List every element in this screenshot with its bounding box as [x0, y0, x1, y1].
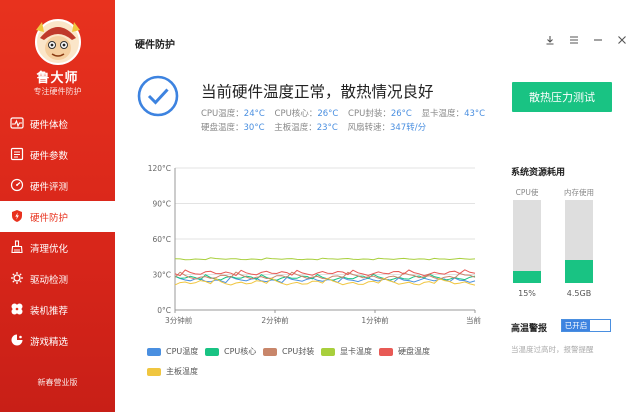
temp-alarm-title: 高温警报: [511, 324, 548, 334]
cpu-package-value: 26°C: [390, 109, 412, 119]
sidebar-item-hardware-params[interactable]: 硬件参数: [0, 139, 115, 170]
app-subtitle: 专注硬件防护: [33, 87, 82, 96]
legend-item-gpu-temp: 显卡温度: [321, 346, 372, 357]
sidebar-item-driver-check[interactable]: 驱动检测: [0, 263, 115, 294]
sidebar-nav: 硬件体检 硬件参数 硬件评测 硬件防护 清理优化 驱动检测 装机推荐 游戏精选: [0, 108, 115, 356]
list-icon: [10, 147, 24, 161]
app-logo: [34, 18, 82, 66]
legend-swatch: [205, 347, 219, 356]
fan-speed-value: 347转/分: [389, 123, 427, 133]
x-tick-label: 2分钟前: [261, 315, 289, 325]
sidebar-item-hardware-checkup[interactable]: 硬件体检: [0, 108, 115, 139]
legend-swatch: [147, 367, 161, 376]
cpu-usage-value: 15%: [518, 289, 536, 298]
sidebar-item-hardware-protection[interactable]: 硬件防护: [0, 201, 115, 232]
legend-label: CPU核心: [224, 347, 257, 356]
temp-alarm-toggle[interactable]: 已开启: [561, 319, 611, 332]
status-headline: 当前硬件温度正常，散热情况良好: [201, 83, 434, 101]
legend-item-cpu-core: CPU核心: [205, 346, 256, 357]
sidebar-item-hardware-benchmark[interactable]: 硬件评测: [0, 170, 115, 201]
memory-usage-fill: [565, 259, 593, 283]
y-tick-label: 30°C: [152, 271, 171, 280]
close-icon[interactable]: [616, 34, 628, 46]
window-controls: [544, 34, 628, 46]
legend-item-cpu-package: CPU封装: [263, 346, 314, 357]
legend-label: 主板温度: [166, 367, 198, 376]
sidebar: 鲁大师 专注硬件防护 硬件体检 硬件参数 硬件评测 硬件防护 清理优化 驱动检测: [0, 0, 115, 412]
sidebar-item-label: 游戏精选: [30, 336, 69, 348]
cpu-package-label: CPU封装：: [348, 109, 391, 119]
legend-item-cpu-temp: CPU温度: [147, 346, 198, 357]
x-tick-label: 3分钟前: [165, 315, 193, 325]
memory-usage-value: 4.5GB: [566, 289, 592, 298]
resources-title: 系统资源耗用: [511, 168, 566, 178]
memory-usage-bar: [565, 200, 593, 283]
cpu-core-value: 26°C: [317, 109, 339, 119]
shield-icon: [12, 210, 22, 222]
download-icon[interactable]: [544, 34, 556, 46]
sidebar-item-label: 硬件体检: [30, 119, 69, 131]
legend-item-board-temp: 主板温度: [147, 366, 198, 377]
cpu-temp-value: 24°C: [243, 109, 265, 119]
sidebar-item-label: 驱动检测: [30, 274, 69, 286]
cpu-usage-fill: [513, 270, 541, 283]
sidebar-item-cleanup[interactable]: 清理优化: [0, 232, 115, 263]
legend-swatch: [321, 347, 335, 356]
sidebar-item-label: 硬件防护: [30, 212, 69, 224]
broom-icon: [11, 240, 23, 254]
sidebar-item-label: 硬件参数: [30, 150, 69, 162]
legend-label: CPU封装: [282, 347, 315, 356]
gpu-temp-label: 显卡温度：: [421, 109, 465, 119]
sidebar-footer: 新春营业版: [37, 378, 78, 387]
series-line: [174, 257, 476, 261]
legend-swatch: [263, 347, 277, 356]
fan-speed-label: 风扇转速：: [347, 123, 390, 133]
y-tick-label: 90°C: [152, 200, 171, 209]
sidebar-item-game-picks[interactable]: 游戏精选: [0, 325, 115, 356]
gpu-temp-value: 43°C: [464, 109, 486, 119]
menu-icon[interactable]: [568, 34, 580, 46]
gauge-icon: [10, 178, 24, 192]
y-tick-label: 60°C: [152, 235, 171, 244]
disk-temp-label: 硬盘温度：: [201, 123, 244, 133]
main-panel: 硬件防护 当前硬件温度正常，散热情况良好 CPU温度：24°C CPU核心：26…: [115, 0, 640, 412]
sidebar-item-label: 硬件评测: [30, 181, 69, 193]
legend-swatch: [147, 347, 161, 356]
temp-alarm-description: 当温度过高时，报警提醒: [511, 345, 594, 354]
sidebar-item-build-recommend[interactable]: 装机推荐: [0, 294, 115, 325]
board-temp-value: 23°C: [316, 123, 338, 133]
memory-usage-label: 内存使用: [564, 188, 594, 197]
toggle-on-label: 已开启: [562, 320, 590, 331]
temperature-row-1: CPU温度：24°C CPU核心：26°C CPU封装：26°C 显卡温度：43…: [201, 107, 492, 119]
cpu-temp-label: CPU温度：: [201, 109, 244, 119]
app-name: 鲁大师: [36, 71, 79, 86]
sidebar-item-label: 清理优化: [30, 243, 69, 255]
y-tick-label: 120°C: [148, 164, 171, 173]
disk-temp-value: 30°C: [243, 123, 265, 133]
gamepad-icon: [11, 334, 23, 346]
y-tick-label: 0°C: [157, 306, 171, 315]
legend-label: 硬盘温度: [398, 347, 430, 356]
temperature-row-2: 硬盘温度：30°C 主板温度：23°C 风扇转速：347转/分: [201, 121, 433, 133]
cpu-core-label: CPU核心：: [274, 109, 318, 119]
legend-label: 显卡温度: [340, 347, 372, 356]
cpu-usage-bar: [513, 200, 541, 283]
legend-swatch: [379, 347, 393, 356]
legend-label: CPU温度: [166, 347, 199, 356]
gear-icon: [11, 272, 23, 284]
status-ok-icon: [137, 75, 179, 117]
x-tick-label: 当前: [466, 315, 481, 325]
fan-icon: [11, 303, 23, 315]
board-temp-label: 主板温度：: [274, 123, 317, 133]
legend-item-disk-temp: 硬盘温度: [379, 346, 430, 357]
stress-test-button[interactable]: 散热压力测试: [512, 82, 612, 112]
pulse-icon: [10, 117, 24, 129]
x-tick-label: 1分钟前: [361, 315, 389, 325]
minimize-icon[interactable]: [592, 34, 604, 46]
page-title: 硬件防护: [135, 40, 175, 51]
temperature-chart: 0°C 30°C 60°C 90°C 120°C 3分钟前 2分钟前 1分钟前 当前: [148, 164, 482, 325]
sidebar-item-label: 装机推荐: [30, 305, 69, 317]
